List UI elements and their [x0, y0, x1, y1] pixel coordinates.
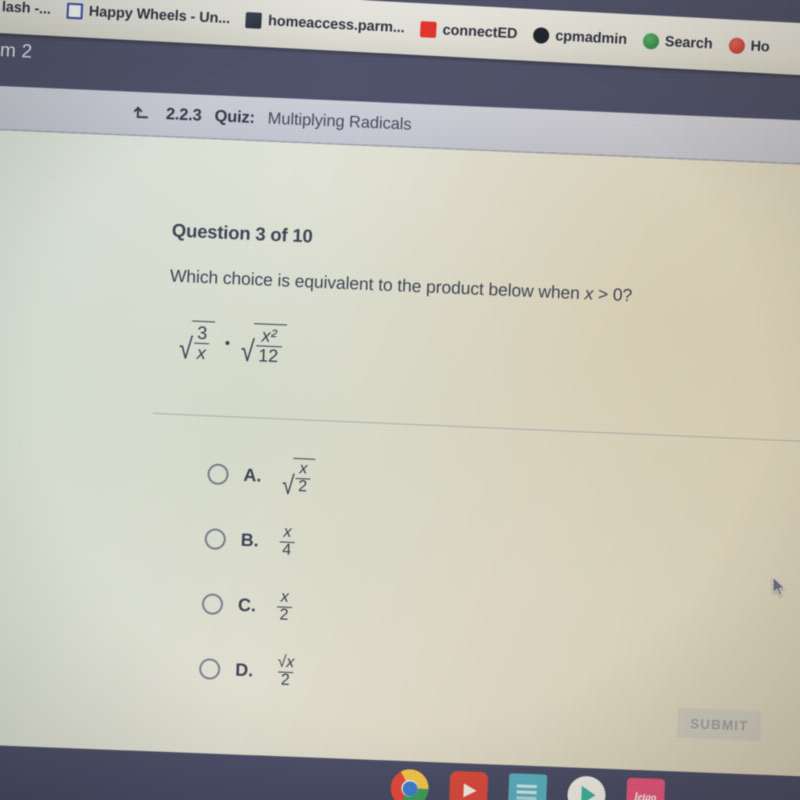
choice-d-numerator: √x	[277, 653, 295, 671]
bookmark-label: lash -...	[1, 0, 52, 18]
sqrt-right: √ x² 12	[240, 323, 287, 369]
dark-site-icon	[245, 12, 263, 29]
dark-circle-icon	[532, 27, 550, 44]
chrome-icon[interactable]	[389, 768, 430, 800]
browser-viewport: 2.2.3 Quiz: Multiplying Radicals Questio…	[0, 84, 800, 800]
answer-choice-b[interactable]: B. x 4	[204, 518, 313, 563]
red-circle-icon	[728, 37, 745, 55]
expr-right-denominator: 12	[254, 345, 282, 367]
radio-button-a[interactable]	[207, 462, 230, 485]
bookmark-label: homeaccess.parm...	[267, 13, 406, 37]
radio-button-c[interactable]	[201, 592, 224, 615]
expr-left-denominator: x	[193, 342, 210, 364]
bookmark-label: Search	[664, 34, 713, 53]
window-title-fragment: m 2	[0, 40, 33, 63]
choice-b-denominator: 4	[279, 540, 295, 560]
red-site-icon	[420, 21, 438, 39]
choice-letter: C.	[237, 594, 257, 615]
question-expression: √ 3 x • √ x² 12	[178, 313, 778, 395]
bookmark-label: cpmadmin	[554, 28, 628, 48]
choice-c-denominator: 2	[276, 605, 292, 625]
bookmark-item-happy-wheels[interactable]: Happy Wheels - Un...	[66, 2, 231, 28]
choice-letter: A.	[243, 464, 262, 486]
bookmark-item-ho[interactable]: Ho	[728, 37, 770, 55]
screenshot-root: lash -... Happy Wheels - Un... homeacces…	[0, 0, 800, 800]
sqrt-left: √ 3 x	[178, 320, 215, 366]
mouse-cursor	[772, 576, 786, 597]
quiz-title: Multiplying Radicals	[267, 109, 412, 134]
radio-button-b[interactable]	[204, 527, 227, 550]
quiz-content-area: Question 3 of 10 Which choice is equival…	[0, 127, 800, 800]
choice-math-a: √ x 2	[281, 458, 316, 500]
multiplication-dot-icon: •	[224, 334, 231, 352]
answer-choice-a[interactable]: A. √ x 2	[207, 453, 316, 500]
bookmark-item-homeaccess[interactable]: homeaccess.parm...	[245, 12, 406, 37]
bookmark-item-search[interactable]: Search	[642, 32, 713, 53]
bookmark-item-cpmadmin[interactable]: cpmadmin	[532, 27, 628, 48]
quiz-number: 2.2.3	[165, 105, 202, 125]
prompt-text-before: Which choice is equivalent to the produc…	[169, 265, 586, 304]
radical-sign-icon: √	[281, 469, 295, 500]
green-circle-icon	[642, 32, 660, 50]
bookmark-label: connectED	[442, 22, 518, 43]
bookmark-square-icon	[66, 2, 84, 20]
choice-c-numerator: x	[280, 588, 290, 606]
youtube-icon[interactable]	[448, 770, 489, 800]
choice-math-d: √x 2	[273, 653, 297, 690]
choice-a-numerator: x	[299, 460, 308, 478]
bookmark-label: Happy Wheels - Un...	[88, 3, 231, 28]
prompt-text-after: > 0?	[592, 283, 633, 306]
choice-a-denominator: 2	[294, 478, 311, 497]
choice-math-c: x 2	[276, 588, 292, 625]
radical-sign-icon: √	[240, 336, 256, 369]
submit-button[interactable]: SUBMIT	[676, 707, 762, 742]
up-left-arrow-icon[interactable]	[133, 102, 154, 123]
choice-letter: B.	[240, 529, 260, 551]
answer-choice-d[interactable]: D. √x 2	[198, 648, 307, 693]
expr-left-numerator: 3	[196, 322, 208, 344]
answer-choices-list: A. √ x 2 B. x 4 C. x 2 D. √x 2	[198, 453, 316, 693]
choice-letter: D.	[234, 659, 254, 680]
expression-math: √ 3 x • √ x² 12	[178, 320, 287, 369]
bookmark-item-connected[interactable]: connectED	[420, 21, 518, 42]
bookmark-item-lash[interactable]: lash -...	[1, 0, 51, 18]
play-store-icon[interactable]	[566, 775, 607, 800]
bookmark-label: Ho	[750, 38, 771, 56]
question-prompt: Which choice is equivalent to the produc…	[170, 266, 780, 313]
choice-math-b: x 4	[279, 523, 295, 560]
expr-right-numerator: x²	[261, 325, 278, 347]
content-divider	[153, 412, 800, 443]
docs-icon[interactable]	[507, 773, 548, 800]
choice-d-denominator: 2	[277, 670, 294, 690]
radio-button-d[interactable]	[198, 657, 221, 680]
choice-b-numerator: x	[283, 523, 292, 541]
answer-choice-c[interactable]: C. x 2	[201, 583, 310, 628]
radical-sign-icon: √	[178, 333, 194, 366]
question-block: Question 3 of 10 Which choice is equival…	[166, 220, 782, 395]
question-counter: Question 3 of 10	[171, 219, 313, 247]
letgo-icon[interactable]: letgo	[625, 777, 666, 800]
quiz-kind-label: Quiz:	[214, 107, 256, 127]
